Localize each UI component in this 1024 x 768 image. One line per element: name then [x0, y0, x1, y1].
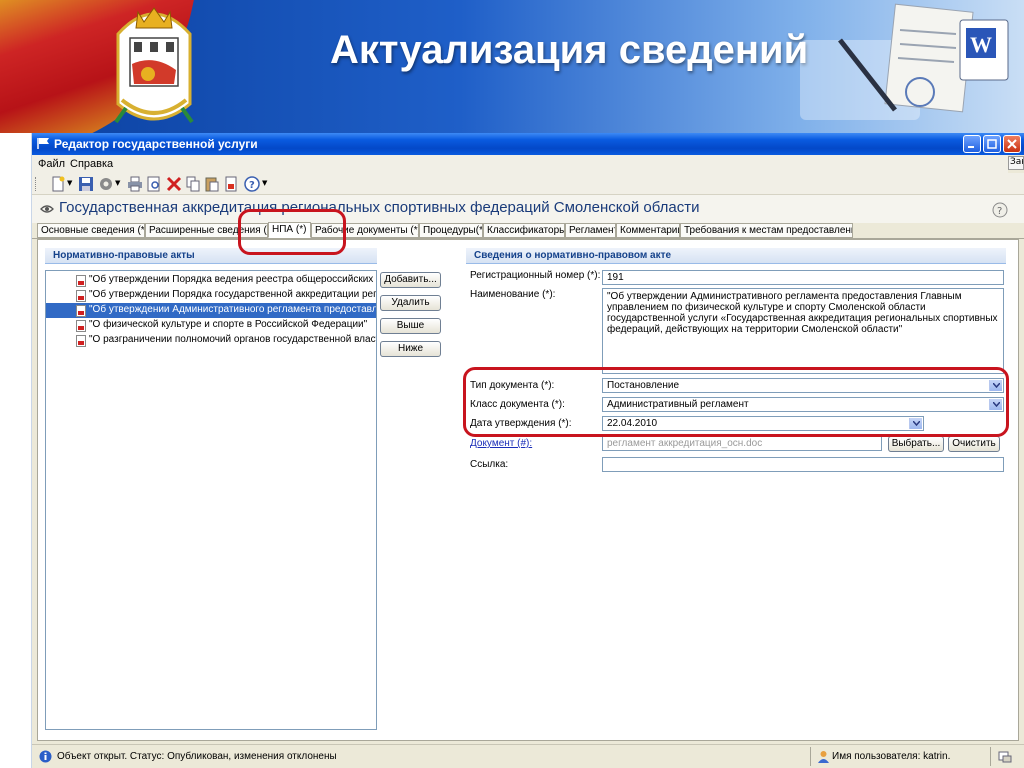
preview-icon[interactable]	[146, 176, 162, 192]
tab-procedures[interactable]: Процедуры(*)	[419, 223, 483, 238]
document-word-icon: W	[800, 3, 1009, 120]
maximize-button[interactable]	[983, 135, 1001, 153]
move-down-button[interactable]: Ниже	[380, 341, 441, 357]
svg-text:?: ?	[997, 206, 1002, 217]
delete-icon[interactable]	[166, 176, 182, 192]
status-separator	[810, 747, 811, 766]
username-text: Имя пользователя: katrin.	[832, 751, 951, 762]
reg-number-input[interactable]: 191	[602, 270, 1004, 285]
close-icon	[1007, 139, 1017, 149]
tab-content: Нормативно-правовые акты "Об утверждении…	[37, 239, 1019, 741]
delete-npa-button[interactable]: Удалить	[380, 295, 441, 311]
status-bar: Объект открыт. Статус: Опубликован, изме…	[32, 744, 1024, 768]
help-dropdown-icon[interactable]: ▼	[262, 179, 267, 187]
menu-help[interactable]: Справка	[70, 158, 113, 170]
new-dropdown-icon[interactable]: ▼	[67, 179, 72, 187]
link-label: Ссылка:	[470, 459, 509, 470]
export-icon[interactable]	[223, 176, 239, 192]
resize-grip-icon[interactable]	[998, 750, 1012, 763]
npa-item[interactable]: "Об утверждении Порядка государственной …	[46, 288, 376, 303]
tab-classifiers[interactable]: Классификаторы	[483, 223, 565, 238]
copy-icon[interactable]	[185, 176, 201, 192]
coat-of-arms-icon	[114, 7, 194, 124]
pdf-document-icon	[76, 275, 86, 287]
svg-text:W: W	[970, 32, 992, 57]
move-up-button[interactable]: Выше	[380, 318, 441, 334]
menu-bar: Файл Справка	[32, 155, 1008, 173]
document-link-label[interactable]: Документ (#):	[470, 438, 532, 449]
maximize-icon	[987, 139, 997, 149]
service-title-bar: Государственная аккредитация региональны…	[32, 195, 1024, 223]
npa-item[interactable]: "Об утверждении Порядка ведения реестра …	[46, 273, 376, 288]
reg-number-label: Регистрационный номер (*):	[470, 270, 601, 281]
tab-place-requirements[interactable]: Требования к местам предоставления	[680, 223, 853, 238]
npa-item[interactable]: "О физической культуре и спорте в Россий…	[46, 318, 376, 333]
paste-icon[interactable]	[204, 176, 220, 192]
pdf-document-icon	[76, 320, 86, 332]
minimize-icon	[968, 146, 974, 148]
print-icon[interactable]	[127, 176, 143, 192]
app-flag-icon	[37, 138, 49, 149]
npa-item[interactable]: "О разграничении полномочий органов госу…	[46, 333, 376, 348]
help-icon[interactable]: ?	[244, 176, 260, 192]
npa-item-label: "О физической культуре и спорте в Россий…	[89, 319, 368, 330]
settings-icon[interactable]	[98, 176, 114, 192]
offscreen-window-label: Зак	[1008, 156, 1024, 170]
status-separator	[990, 747, 991, 766]
save-icon[interactable]	[78, 176, 94, 192]
link-input[interactable]	[602, 457, 1004, 472]
npa-item-label: "Об утверждении Порядка ведения реестра …	[89, 274, 376, 285]
window-title: Редактор государственной услуги	[54, 137, 258, 151]
document-file-input[interactable]: регламент аккредитация_осн.doc	[602, 436, 882, 451]
help-circle-icon[interactable]: ?	[992, 202, 1008, 218]
npa-item-selected[interactable]: "Об утверждении Административного реглам…	[46, 303, 376, 318]
name-label: Наименование (*):	[470, 289, 556, 300]
npa-item-label: "Об утверждении Порядка государственной …	[89, 289, 376, 300]
tab-main-info[interactable]: Основные сведения (*)	[37, 223, 145, 238]
app-window: Редактор государственной услуги Зак Файл…	[32, 133, 1024, 768]
slide-header: Актуализация сведений W	[0, 0, 1024, 133]
status-text: Объект открыт. Статус: Опубликован, изме…	[57, 751, 337, 762]
tab-regulation[interactable]: Регламент	[565, 223, 616, 238]
toolbar-grip[interactable]	[35, 177, 38, 191]
highlight-npa-tab	[238, 209, 346, 255]
window-titlebar: Редактор государственной услуги	[32, 133, 1024, 155]
tab-comments[interactable]: Комментарии	[616, 223, 680, 238]
npa-item-label: "О разграничении полномочий органов госу…	[89, 334, 376, 345]
info-icon	[39, 750, 52, 763]
menu-file[interactable]: Файл	[38, 158, 65, 170]
pdf-document-icon	[76, 305, 86, 317]
left-strip	[0, 133, 32, 768]
npa-item-label: "Об утверждении Административного реглам…	[89, 304, 376, 315]
choose-file-button[interactable]: Выбрать...	[888, 436, 944, 452]
name-textarea[interactable]: "Об утверждении Административного реглам…	[602, 288, 1004, 374]
add-npa-button[interactable]: Добавить...	[380, 272, 441, 288]
svg-text:?: ?	[249, 180, 255, 191]
highlight-doc-fields	[463, 367, 1009, 437]
user-icon	[818, 751, 829, 763]
toolbar: ▼ ▼ ? ▼	[32, 173, 1024, 195]
service-title: Государственная аккредитация региональны…	[59, 199, 700, 216]
minimize-button[interactable]	[963, 135, 981, 153]
service-eye-icon	[40, 205, 54, 213]
clear-file-button[interactable]: Очистить	[948, 436, 1000, 452]
settings-dropdown-icon[interactable]: ▼	[115, 179, 120, 187]
npa-list[interactable]: "Об утверждении Порядка ведения реестра …	[45, 270, 377, 730]
close-button[interactable]	[1003, 135, 1021, 153]
new-document-icon[interactable]	[50, 176, 66, 192]
pdf-document-icon	[76, 290, 86, 302]
npa-details-header: Сведения о нормативно-правовом акте	[466, 248, 1006, 264]
pdf-document-icon	[76, 335, 86, 347]
